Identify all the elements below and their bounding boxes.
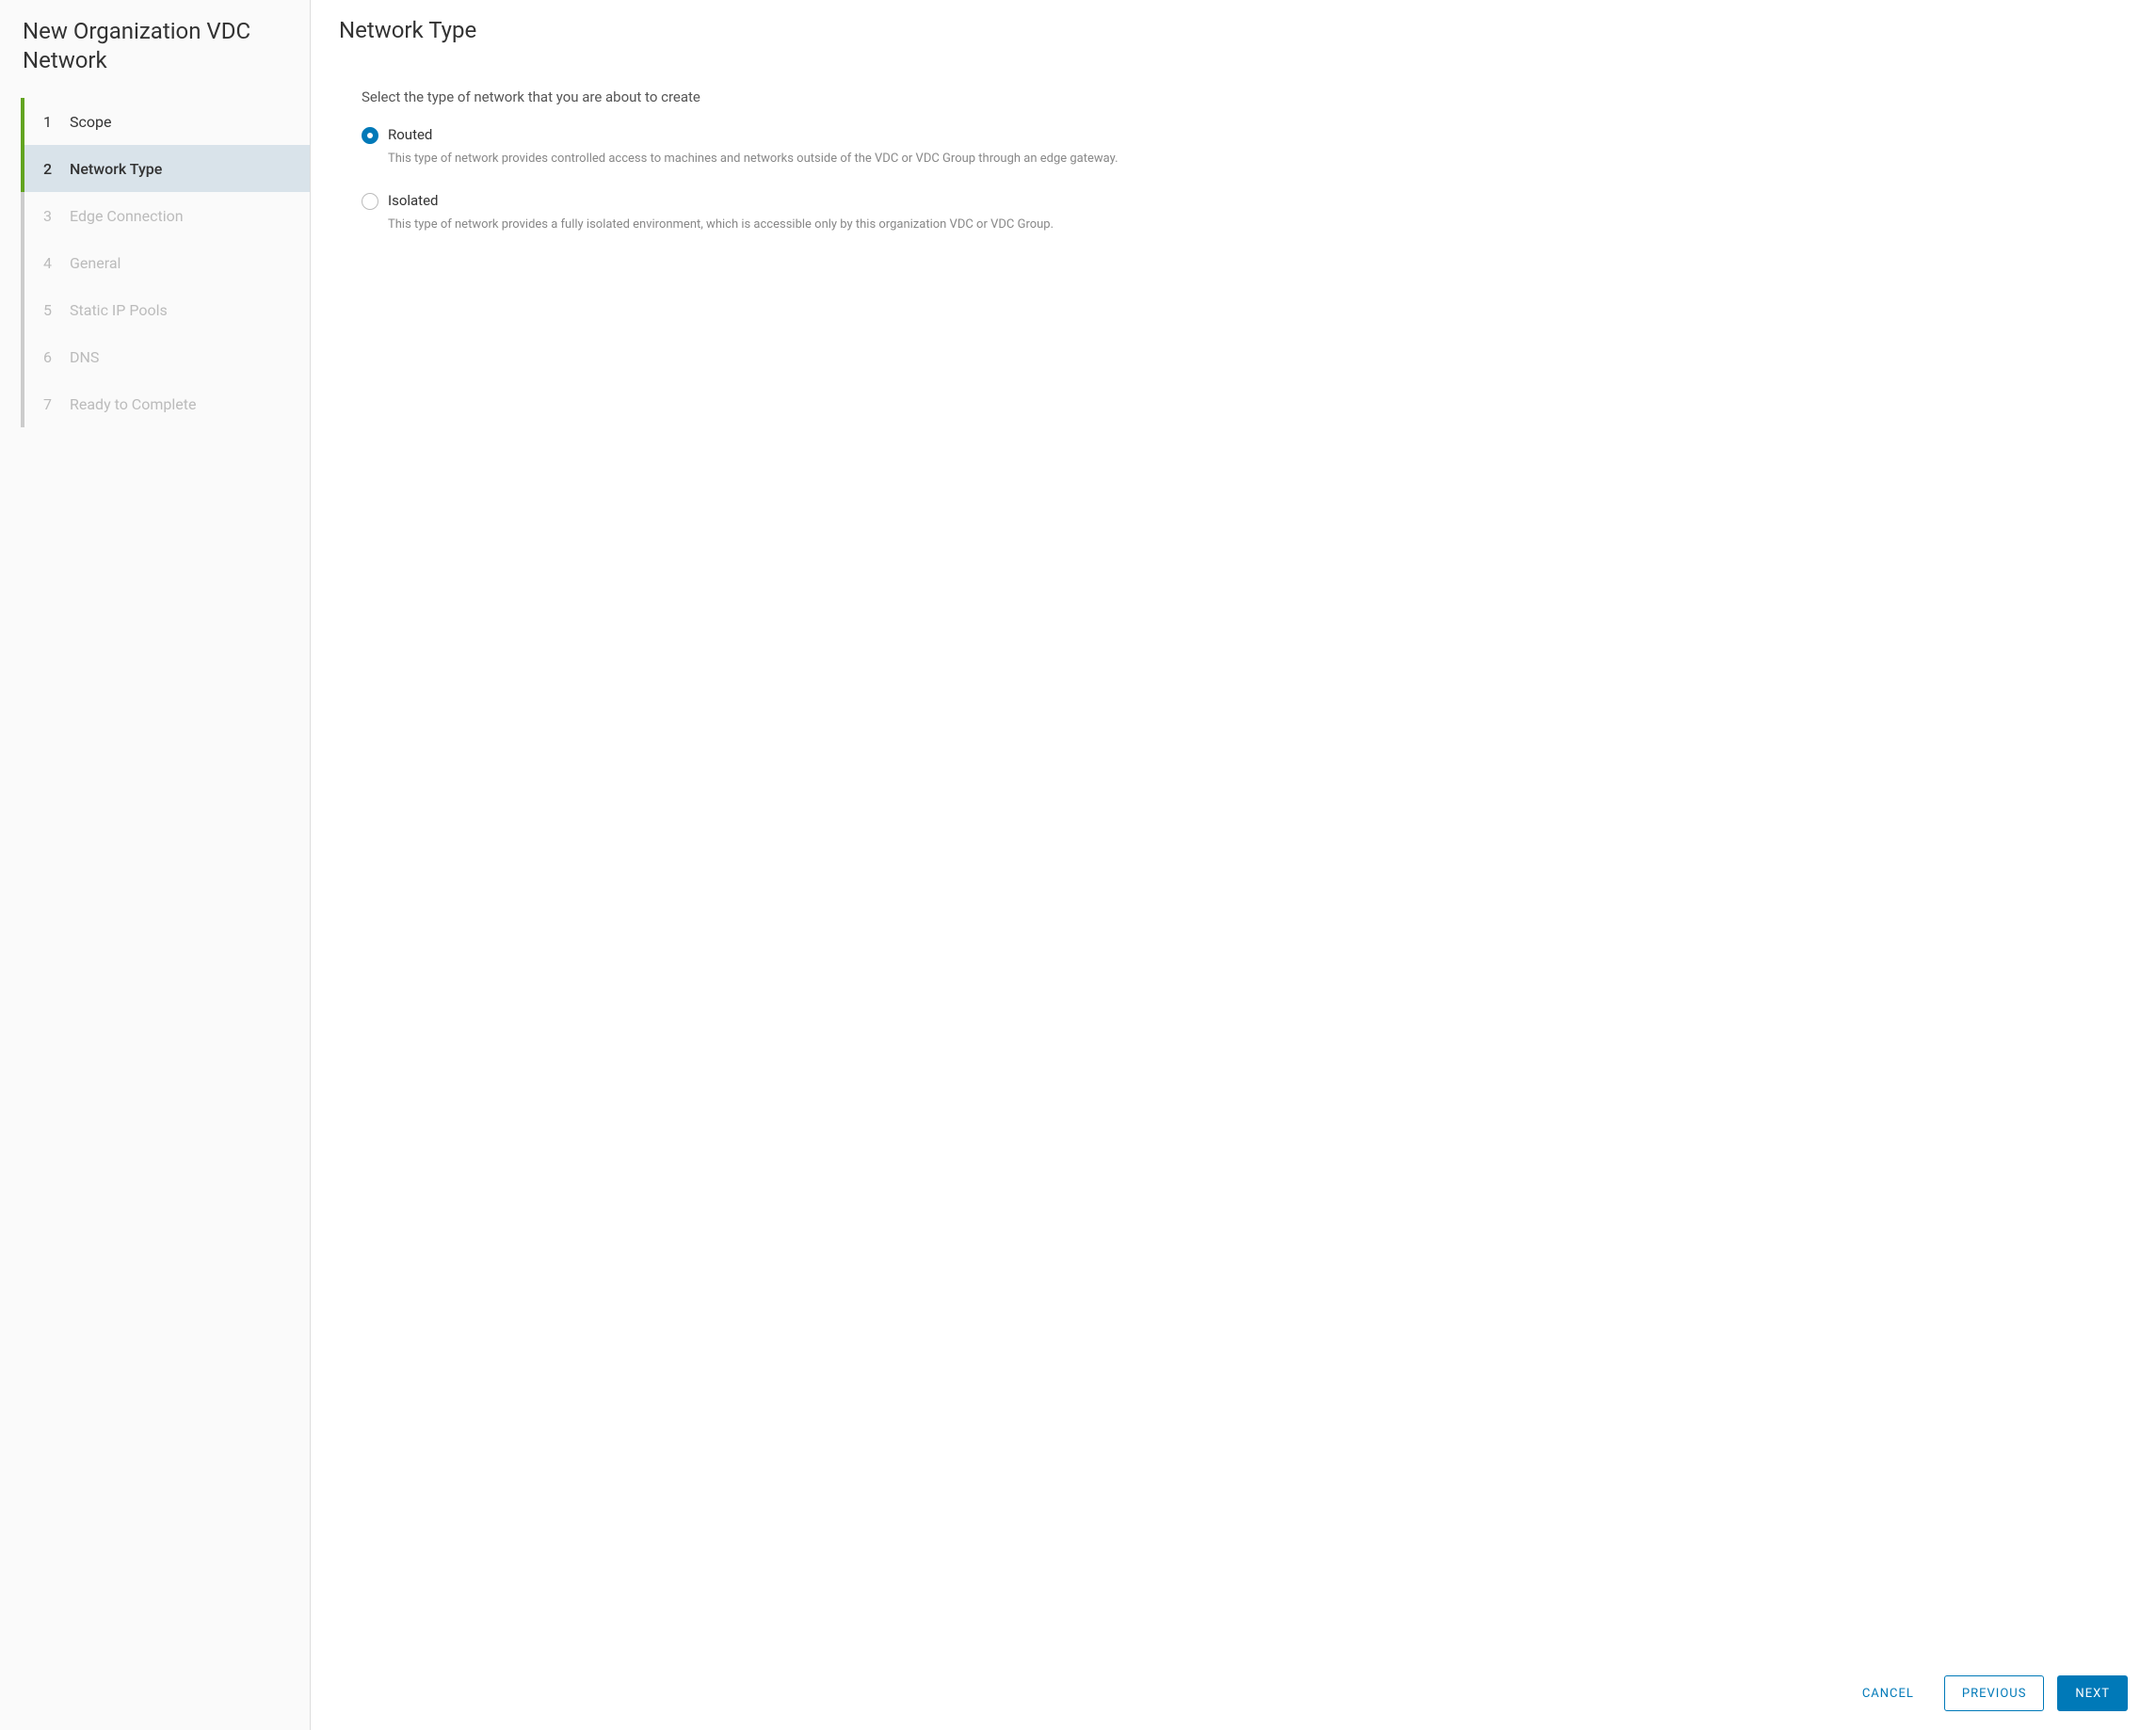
radio-label: Routed (388, 126, 2118, 143)
step-label: Static IP Pools (70, 301, 168, 319)
previous-button[interactable]: PREVIOUS (1944, 1675, 2045, 1711)
wizard-step-general: 4 General (21, 239, 310, 286)
step-number: 5 (43, 301, 62, 319)
radio-text: Isolated This type of network provides a … (388, 192, 2118, 233)
radio-text: Routed This type of network provides cont… (388, 126, 2118, 168)
wizard-step-ready-to-complete: 7 Ready to Complete (21, 380, 310, 427)
content-area: Select the type of network that you are … (339, 88, 2128, 1657)
wizard-step-edge-connection: 3 Edge Connection (21, 192, 310, 239)
wizard-footer: CANCEL PREVIOUS NEXT (339, 1657, 2128, 1711)
radio-label: Isolated (388, 192, 2118, 209)
radio-button-icon[interactable] (362, 193, 378, 210)
step-number: 3 (43, 207, 62, 225)
radio-button-icon[interactable] (362, 127, 378, 144)
step-number: 6 (43, 348, 62, 366)
step-label: Edge Connection (70, 207, 184, 225)
step-number: 2 (43, 160, 62, 178)
radio-description: This type of network provides a fully is… (388, 216, 2118, 233)
page-title: Network Type (339, 17, 2128, 43)
wizard-title: New Organization VDC Network (0, 17, 310, 98)
step-number: 1 (43, 113, 62, 131)
wizard-step-scope[interactable]: 1 Scope (21, 98, 310, 145)
radio-option-routed[interactable]: Routed This type of network provides cont… (362, 126, 2118, 168)
radio-option-isolated[interactable]: Isolated This type of network provides a … (362, 192, 2118, 233)
wizard-step-static-ip-pools: 5 Static IP Pools (21, 286, 310, 333)
cancel-button[interactable]: CANCEL (1845, 1675, 1931, 1711)
step-label: General (70, 254, 121, 272)
wizard-main: Network Type Select the type of network … (311, 0, 2156, 1730)
step-label: Network Type (70, 160, 162, 178)
radio-group: Routed This type of network provides cont… (362, 126, 2118, 233)
radio-description: This type of network provides controlled… (388, 151, 2118, 168)
step-label: DNS (70, 348, 99, 366)
wizard-step-network-type[interactable]: 2 Network Type (21, 145, 310, 192)
instruction-text: Select the type of network that you are … (362, 88, 2118, 105)
step-label: Ready to Complete (70, 395, 196, 413)
wizard-sidebar: New Organization VDC Network 1 Scope 2 Netw… (0, 0, 311, 1730)
next-button[interactable]: NEXT (2057, 1675, 2128, 1711)
wizard-step-dns: 6 DNS (21, 333, 310, 380)
step-number: 4 (43, 254, 62, 272)
wizard-step-list: 1 Scope 2 Network Type 3 Edge Connection 4 Gene… (21, 98, 310, 427)
step-label: Scope (70, 113, 111, 131)
wizard-dialog: New Organization VDC Network 1 Scope 2 Netw… (0, 0, 2156, 1730)
step-number: 7 (43, 395, 62, 413)
